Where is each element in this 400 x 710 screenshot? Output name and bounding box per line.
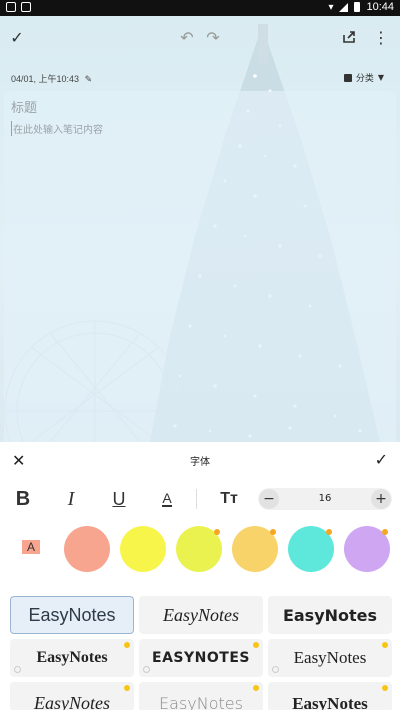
text-color-icon[interactable]: A [154,484,180,514]
unselected-ring-icon [14,666,21,673]
folder-icon [343,73,352,82]
more-options-icon[interactable]: ⋮ [370,26,392,48]
decrease-size-button[interactable]: − [259,489,279,509]
app-notification-icon [6,2,16,12]
premium-badge-icon [382,685,388,691]
premium-badge-icon [382,529,388,535]
note-editor: 标题 在此处输入笔记内容 [4,91,396,442]
font-sample: EasyNotes [159,694,243,710]
status-bar: ▾ 10:44 [0,0,400,16]
font-option-5[interactable]: EASYNOTES [139,639,263,677]
font-sample: EASYNOTES [152,650,250,666]
unselected-ring-icon [143,666,150,673]
done-check-icon[interactable]: ✓ [6,26,28,48]
signal-icon [339,2,349,12]
battery-icon [354,2,361,12]
title-input[interactable]: 标题 [11,97,311,116]
notification-icons [6,2,31,12]
premium-badge-icon [124,642,130,648]
text-size-icon[interactable]: Tт [216,484,242,514]
font-option-2[interactable]: EasyNotes [139,596,263,634]
font-sample: EasyNotes [34,693,110,710]
font-option-9[interactable]: EasyNotes [268,682,392,710]
redo-icon[interactable]: ↷ [202,26,224,48]
color-swatch-salmon[interactable] [64,526,110,572]
clock: 10:44 [366,1,394,13]
premium-badge-icon [326,529,332,535]
font-size-value: 16 [318,493,332,504]
font-option-3[interactable]: EasyNotes [268,596,392,634]
app-notification-icon [21,2,31,12]
font-sample: EasyNotes [293,648,367,667]
font-sample: EasyNotes [282,605,378,625]
content-input[interactable]: 在此处输入笔记内容 [11,121,311,136]
premium-badge-icon [382,642,388,648]
note-date[interactable]: 04/01, 上午10:43 ✎ [11,72,92,85]
font-panel-title: 字体 [190,457,210,468]
toolbar-divider [196,489,197,509]
premium-badge-icon [253,642,259,648]
premium-badge-icon [253,685,259,691]
font-sample: EasyNotes [28,604,116,625]
highlight-color-row: A [0,526,400,574]
highlight-color-icon[interactable]: A [18,538,44,556]
premium-badge-icon [270,529,276,535]
italic-icon[interactable]: I [58,484,84,514]
font-sample: EasyNotes [36,649,108,666]
editor-toolbar: ✓ ↶ ↷ ⋮ [0,16,400,56]
font-option-7[interactable]: EasyNotes [10,682,134,710]
font-option-8[interactable]: EasyNotes [139,682,263,710]
bold-icon[interactable]: B [10,484,36,514]
font-panel: ✕ 字体 ✓ B I U A Tт − 16 + A EasyNotes Eas… [0,442,400,710]
font-option-6[interactable]: EasyNotes [268,639,392,677]
underline-icon[interactable]: U [106,484,132,514]
font-sample: EasyNotes [292,694,368,710]
increase-size-button[interactable]: + [371,489,391,509]
premium-badge-icon [214,529,220,535]
premium-badge-icon [124,685,130,691]
font-sample: EasyNotes [163,604,239,625]
font-option-1[interactable]: EasyNotes [10,596,134,634]
confirm-check-icon[interactable]: ✓ [375,450,388,469]
category-selector[interactable]: 分类 ▼ [343,71,384,84]
color-swatch-yellow[interactable] [120,526,166,572]
category-label: 分类 [355,74,374,84]
unselected-ring-icon [272,666,279,673]
wifi-icon: ▾ [328,1,334,13]
note-date-text: 04/01, 上午10:43 [11,74,80,84]
dropdown-arrow-icon: ▼ [377,73,384,82]
font-panel-header: ✕ 字体 ✓ [0,442,400,476]
font-option-4[interactable]: EasyNotes [10,639,134,677]
share-icon[interactable] [338,26,360,48]
font-size-stepper: − 16 + [258,488,392,510]
undo-icon[interactable]: ↶ [176,26,198,48]
edit-pencil-icon: ✎ [84,74,93,84]
